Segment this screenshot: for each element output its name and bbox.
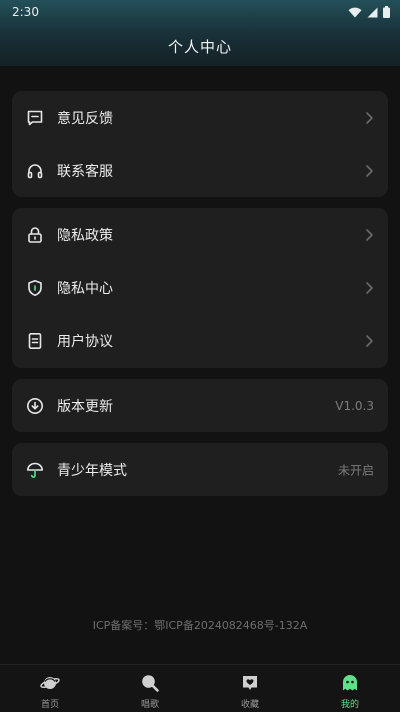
youth-mode-status: 未开启 (337, 463, 374, 477)
lock-icon (25, 225, 45, 245)
menu-item-label: 用户协议 (57, 333, 113, 350)
version-value: V1.0.3 (335, 398, 374, 413)
menu-item-label: 版本更新 (57, 398, 113, 415)
settings-group-privacy: 隐私政策 隐私中心 用户协议 (12, 208, 388, 368)
menu-item-customer-service[interactable]: 联系客服 (12, 144, 388, 197)
menu-item-label: 联系客服 (57, 163, 113, 180)
headset-icon (25, 161, 45, 181)
chevron-right-icon (366, 111, 373, 124)
page-title: 个人中心 (167, 38, 232, 56)
menu-item-privacy-center[interactable]: 隐私中心 (12, 261, 388, 314)
tab-label: 唱歌 (140, 700, 159, 710)
tab-label: 首页 (40, 700, 59, 710)
menu-item-label: 青少年模式 (57, 462, 127, 479)
battery-icon (383, 6, 390, 18)
ghost-icon (340, 673, 360, 693)
signal-icon (367, 7, 378, 17)
tab-sing[interactable]: 唱歌 (100, 665, 200, 712)
wifi-icon (348, 7, 362, 17)
feedback-icon (25, 108, 45, 128)
settings-group-support: 意见反馈 联系客服 (12, 91, 388, 197)
menu-item-youth-mode[interactable]: 青少年模式 未开启 (12, 443, 388, 496)
tab-mine[interactable]: 我的 (300, 665, 400, 712)
favorite-icon (240, 673, 260, 693)
chevron-right-icon (366, 281, 373, 294)
menu-item-label: 隐私中心 (57, 280, 113, 297)
menu-item-label: 隐私政策 (57, 227, 113, 244)
menu-item-label: 意见反馈 (57, 110, 113, 127)
menu-item-version-update[interactable]: 版本更新 V1.0.3 (12, 379, 388, 432)
tab-label: 收藏 (240, 700, 259, 710)
status-bar: 2:30 (0, 0, 400, 24)
shield-icon (25, 278, 45, 298)
header: 2:30 个人中心 (0, 0, 400, 66)
chevron-right-icon (366, 228, 373, 241)
profile-screen: 2:30 个人中心 意见反馈 联系客服 隐私政策 隐私中心 用户协议 版本更新 … (0, 0, 400, 712)
microphone-icon (140, 673, 160, 693)
bottom-tab-bar: 首页 唱歌 收藏 我的 (0, 664, 400, 712)
document-icon (25, 331, 45, 351)
planet-icon (40, 673, 60, 693)
icp-record: ICP备案号：鄂ICP备2024082468号-132A (92, 619, 308, 632)
status-time: 2:30 (12, 5, 39, 19)
status-icons (348, 6, 390, 18)
tab-label: 我的 (340, 700, 359, 710)
settings-group-version: 版本更新 V1.0.3 (12, 379, 388, 432)
download-circle-icon (25, 396, 45, 416)
settings-group-youth: 青少年模式 未开启 (12, 443, 388, 496)
chevron-right-icon (366, 164, 373, 177)
chevron-right-icon (366, 334, 373, 347)
tab-favorites[interactable]: 收藏 (200, 665, 300, 712)
umbrella-icon (25, 460, 45, 480)
menu-item-privacy-policy[interactable]: 隐私政策 (12, 208, 388, 261)
tab-home[interactable]: 首页 (0, 665, 100, 712)
menu-item-feedback[interactable]: 意见反馈 (12, 91, 388, 144)
menu-item-user-agreement[interactable]: 用户协议 (12, 314, 388, 367)
